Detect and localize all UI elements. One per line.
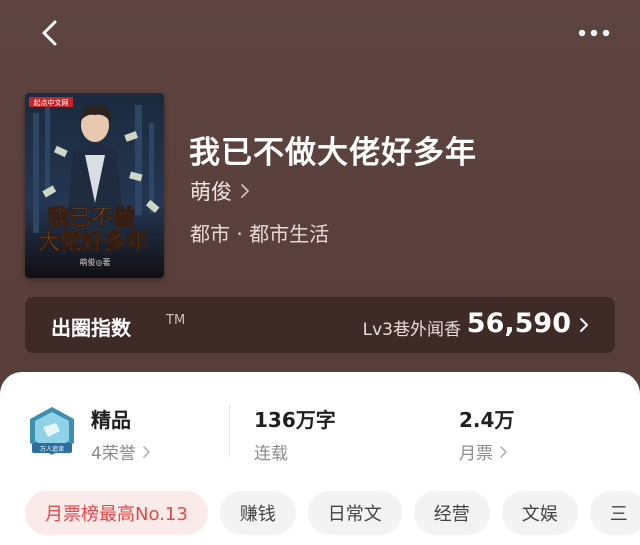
honor-count: 4荣誉 bbox=[91, 444, 136, 464]
popularity-level: Lv3巷外闻香 bbox=[362, 320, 461, 340]
chevron-left-icon bbox=[42, 20, 57, 46]
book-cover[interactable]: 起点中文网 我已不做 大佬好多年 萌俊◎著 bbox=[25, 93, 164, 278]
tag-item[interactable]: 日常文 bbox=[307, 491, 402, 535]
book-cover-art: 起点中文网 我已不做 大佬好多年 萌俊◎著 bbox=[25, 93, 164, 278]
serial-status: 连载 bbox=[254, 439, 288, 464]
chevron-right-icon bbox=[143, 445, 150, 458]
stats-divider bbox=[229, 405, 230, 457]
tag-item[interactable]: 赚钱 bbox=[219, 491, 296, 535]
chevron-right-icon bbox=[500, 445, 507, 458]
popularity-value: 56,590 bbox=[466, 308, 571, 339]
tag-ranking[interactable]: 月票榜最高No.13 bbox=[25, 491, 208, 535]
popularity-label: 出圈指数 bbox=[51, 316, 131, 340]
cover-title-line1: 我已不做 bbox=[47, 205, 136, 231]
honor-badge-icon[interactable]: 万人追读 bbox=[26, 405, 78, 457]
monthly-ticket-link[interactable]: 月票 bbox=[459, 439, 508, 464]
word-count: 136万字 bbox=[254, 408, 336, 432]
popularity-index-bar[interactable]: 出圈指数 TM Lv3巷外闻香 56,590 bbox=[25, 297, 615, 353]
tag-item[interactable]: 文娱 bbox=[501, 491, 578, 535]
monthly-ticket-label: 月票 bbox=[459, 444, 493, 464]
cover-author-tag: 萌俊◎著 bbox=[80, 257, 111, 267]
chevron-right-icon bbox=[241, 184, 249, 198]
more-dots-icon bbox=[578, 29, 610, 37]
more-button[interactable] bbox=[574, 20, 614, 46]
author-link[interactable]: 萌俊 bbox=[190, 176, 250, 206]
tag-list: 月票榜最高No.13 赚钱 日常文 经营 文娱 三 bbox=[25, 491, 640, 535]
serial-status-label: 连载 bbox=[254, 444, 288, 464]
back-button[interactable] bbox=[36, 18, 66, 48]
badge-text: 万人追读 bbox=[40, 445, 64, 453]
author-name: 萌俊 bbox=[190, 180, 232, 204]
book-title: 我已不做大佬好多年 bbox=[189, 135, 477, 171]
book-category[interactable]: 都市 · 都市生活 bbox=[190, 218, 329, 247]
cover-title-line2: 大佬好多年 bbox=[38, 229, 148, 255]
top-bar bbox=[0, 0, 640, 70]
cover-publisher: 起点中文网 bbox=[34, 98, 69, 107]
tag-item[interactable]: 三 bbox=[589, 491, 640, 535]
trademark-mark: TM bbox=[166, 313, 186, 328]
tag-item[interactable]: 经营 bbox=[413, 491, 490, 535]
chevron-right-icon bbox=[580, 318, 588, 332]
monthly-ticket-count: 2.4万 bbox=[459, 408, 515, 432]
honor-link[interactable]: 4荣誉 bbox=[91, 439, 151, 464]
honor-title: 精品 bbox=[91, 408, 131, 432]
